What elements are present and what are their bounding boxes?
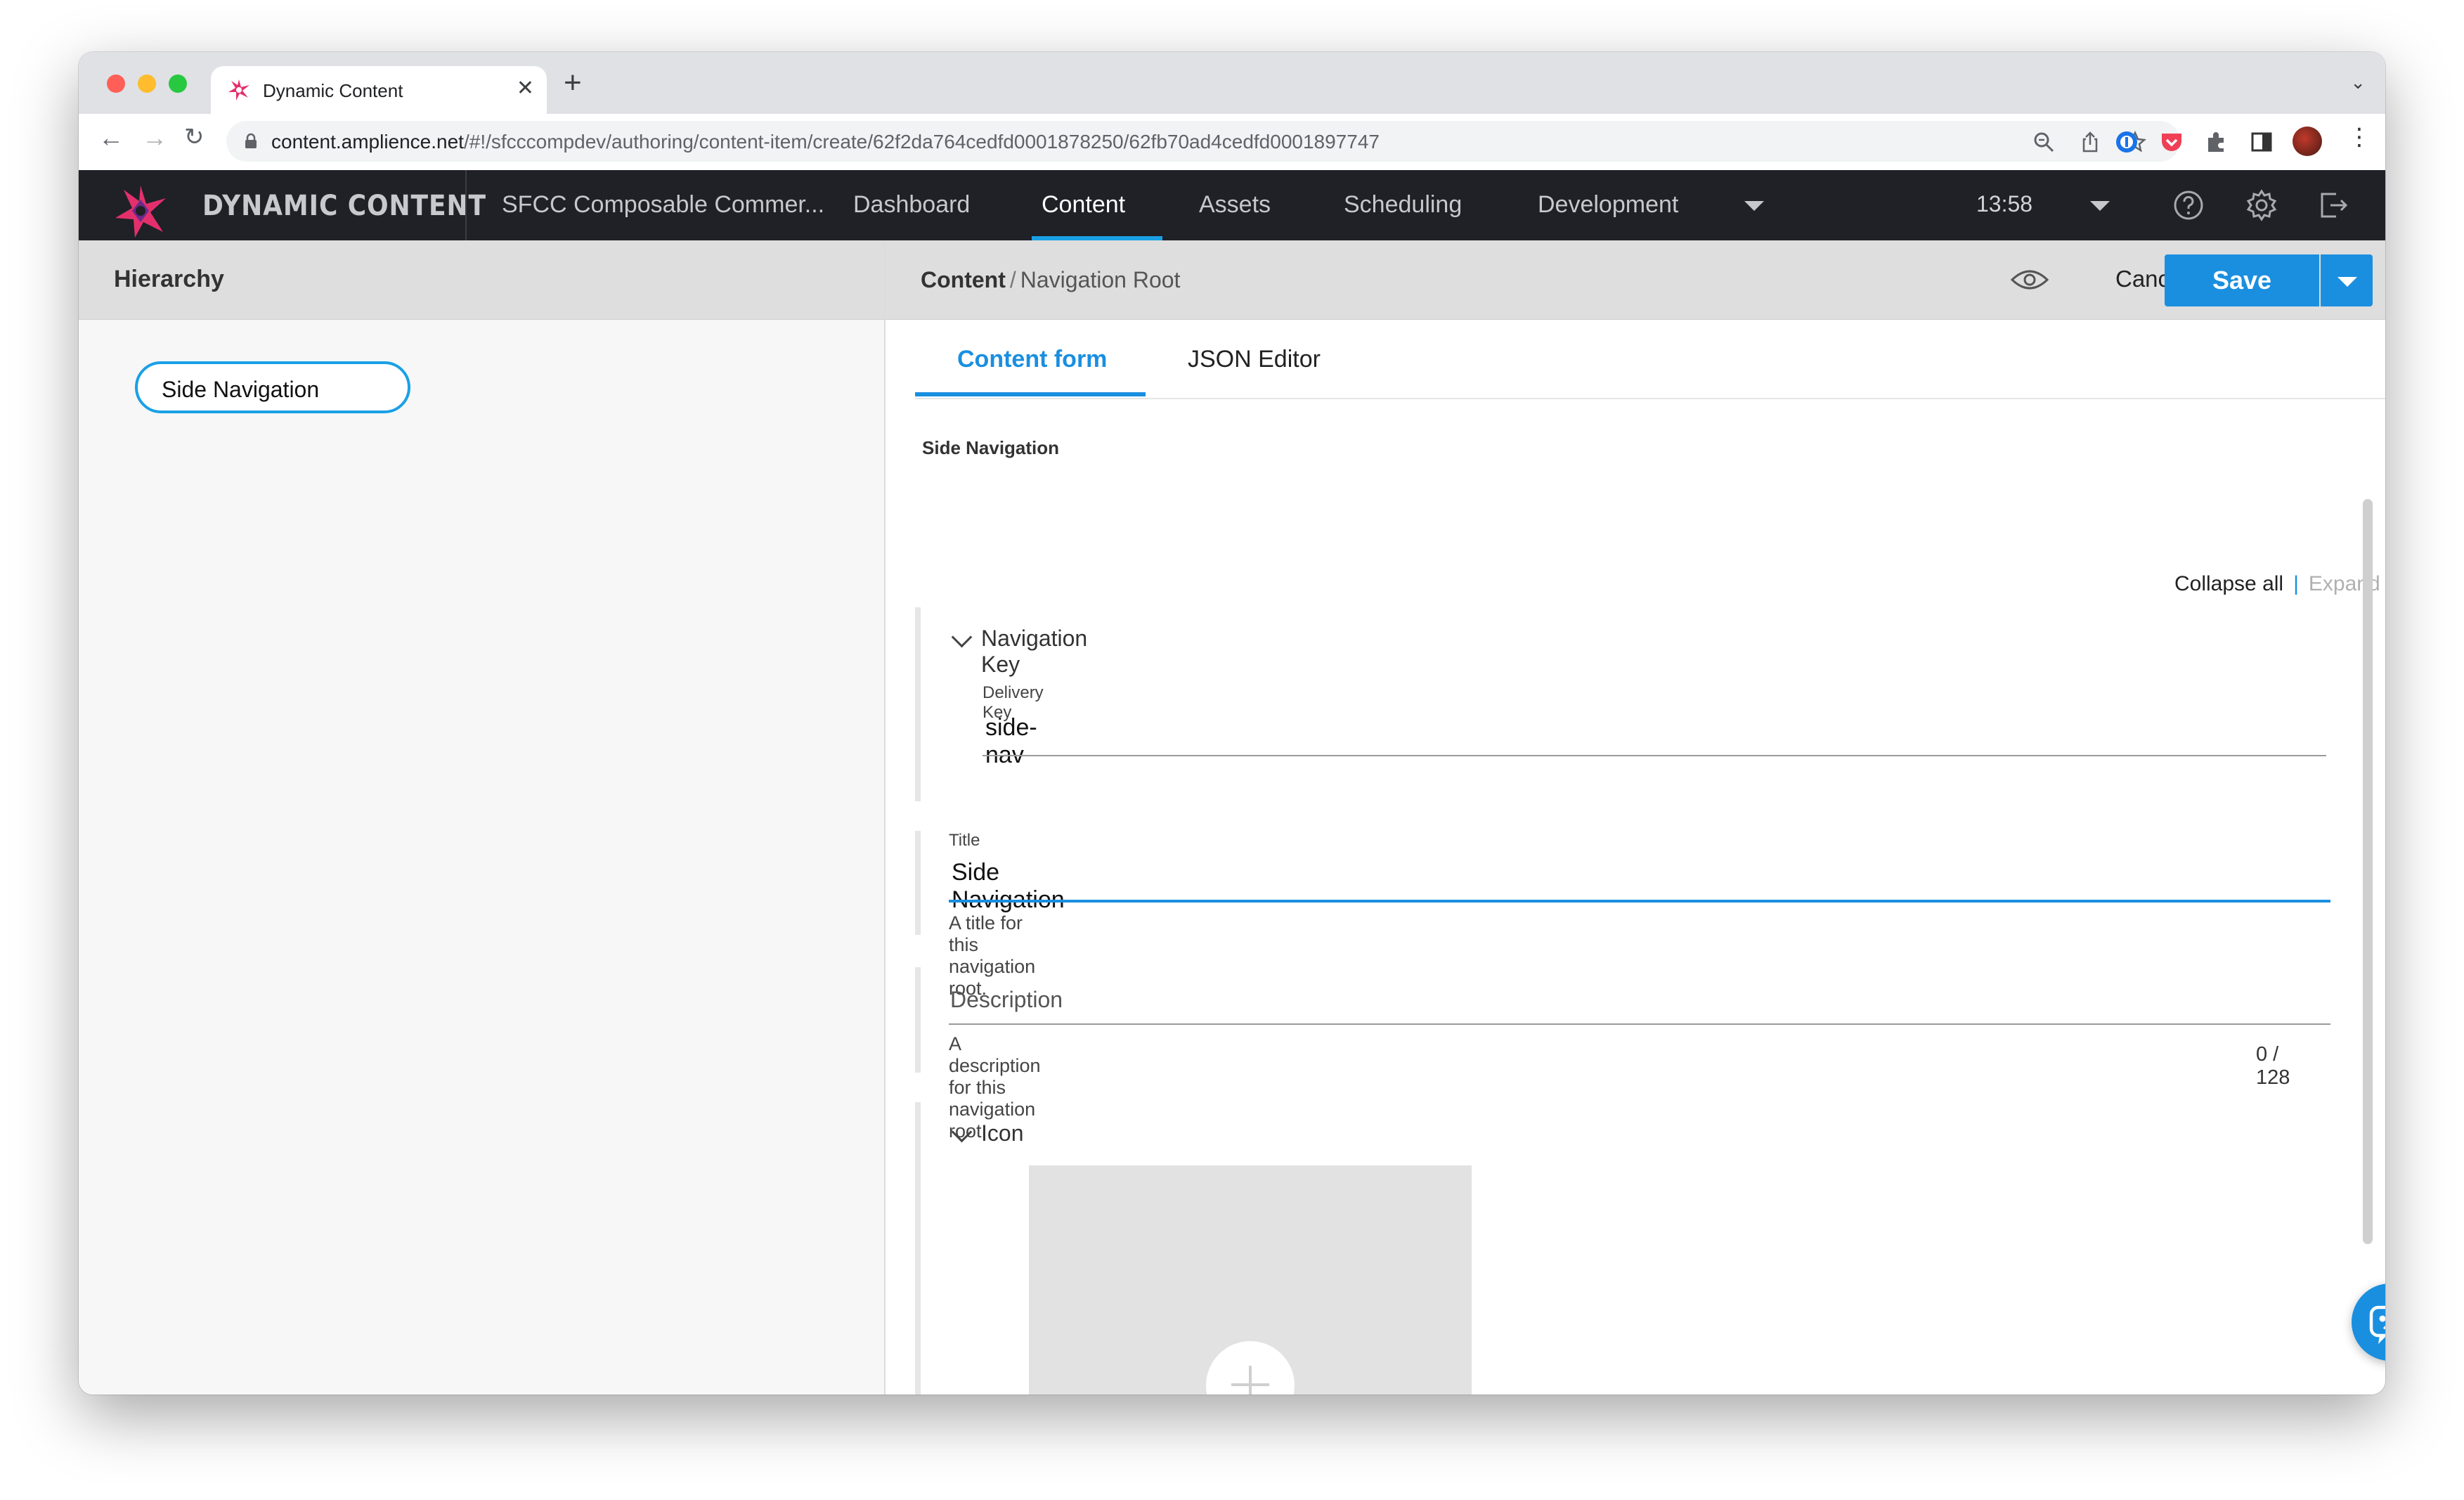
- nav-more-caret-icon[interactable]: [1744, 201, 1764, 211]
- title-group: Title Side Navigation A title for this n…: [915, 831, 2330, 999]
- pocket-icon[interactable]: [2159, 129, 2184, 155]
- tab-active-indicator: [915, 392, 1146, 396]
- tab-content-form[interactable]: Content form: [957, 346, 1107, 373]
- browser-toolbar: ← → ↻ content.amplience.net/#!/sfcccompd…: [79, 114, 2385, 171]
- brand-name: DYNAMIC CONTENT: [202, 190, 486, 222]
- description-group: Description A description for this navig…: [915, 967, 2330, 1142]
- browser-window: Dynamic Content ✕ + ⌄ ← → ↻ content.ampl…: [79, 52, 2385, 1395]
- title-focus-underline: [949, 900, 2330, 903]
- delivery-key-underline: [983, 755, 2326, 756]
- extension-1password-icon[interactable]: [2114, 129, 2139, 155]
- minimize-window-button[interactable]: [138, 75, 156, 93]
- navigation-key-group: Navigation Key Delivery Key side-nav: [915, 607, 2326, 801]
- save-button[interactable]: Save: [2165, 254, 2319, 306]
- chatbot-icon: [2369, 1305, 2385, 1344]
- url-text: content.amplience.net/#!/sfcccompdev/aut…: [271, 131, 1380, 153]
- collapse-expand-separator: |: [2293, 572, 2299, 595]
- close-window-button[interactable]: [107, 75, 125, 93]
- lock-icon: [245, 133, 257, 148]
- tab-search-chevron-icon[interactable]: ⌄: [2350, 72, 2366, 93]
- breadcrumb-root[interactable]: Content: [921, 267, 1006, 292]
- description-input[interactable]: Description: [950, 987, 1063, 1013]
- title-input[interactable]: Side Navigation: [952, 859, 1065, 914]
- extensions-puzzle-icon[interactable]: [2204, 129, 2229, 155]
- time-display: 13:58: [1976, 191, 2033, 216]
- browser-menu-icon[interactable]: ⋮: [2347, 125, 2371, 149]
- collapse-expand-controls: Collapse all | Expand all: [2174, 572, 2385, 596]
- window-controls: [107, 75, 187, 93]
- breadcrumb-separator: /: [1009, 267, 1016, 292]
- time-caret-icon[interactable]: [2090, 201, 2110, 211]
- new-tab-icon[interactable]: +: [564, 67, 582, 98]
- save-caret-icon: [2337, 277, 2357, 287]
- icon-image-picker[interactable]: [1029, 1165, 1472, 1395]
- url-host: content.amplience.net: [271, 131, 464, 153]
- form-scrollbar[interactable]: [2363, 499, 2373, 1244]
- title-label: Title: [949, 831, 980, 850]
- description-char-counter: 0 / 128: [2256, 1043, 2290, 1089]
- delivery-key-input[interactable]: side-nav: [985, 714, 1037, 769]
- back-arrow-icon[interactable]: ←: [98, 125, 124, 150]
- navigation-key-label[interactable]: Navigation Key: [981, 626, 1087, 678]
- add-image-button[interactable]: [1206, 1341, 1295, 1395]
- nav-assets[interactable]: Assets: [1199, 191, 1271, 219]
- close-tab-icon[interactable]: ✕: [517, 76, 534, 101]
- preview-eye-icon[interactable]: [2010, 266, 2049, 294]
- address-bar[interactable]: content.amplience.net/#!/sfcccompdev/aut…: [226, 121, 2180, 162]
- breadcrumb-leaf: Navigation Root: [1020, 267, 1181, 292]
- url-path: /#!/sfcccompdev/authoring/content-item/c…: [463, 131, 1380, 153]
- settings-gear-icon[interactable]: [2245, 188, 2278, 222]
- hierarchy-title: Hierarchy: [114, 266, 224, 292]
- hierarchy-node-label: Side Navigation: [162, 377, 320, 402]
- icon-group-label[interactable]: Icon: [981, 1120, 1023, 1146]
- tab-strip: Dynamic Content ✕ + ⌄: [79, 52, 2385, 114]
- header-divider: [465, 170, 467, 240]
- collapse-all-link[interactable]: Collapse all: [2174, 572, 2283, 595]
- forward-arrow-icon[interactable]: →: [142, 125, 167, 150]
- side-panel-icon[interactable]: [2249, 129, 2274, 155]
- nav-scheduling[interactable]: Scheduling: [1344, 191, 1462, 219]
- maximize-window-button[interactable]: [169, 75, 187, 93]
- icon-group: Icon: [915, 1102, 1023, 1395]
- hierarchy-panel: Hierarchy Side Navigation: [79, 240, 886, 1395]
- help-icon[interactable]: [2172, 188, 2205, 222]
- nav-hub-selector[interactable]: SFCC Composable Commer...: [502, 191, 824, 219]
- logout-icon[interactable]: [2316, 188, 2350, 222]
- browser-tab[interactable]: Dynamic Content ✕: [211, 66, 547, 114]
- description-underline: [949, 1023, 2330, 1025]
- reload-icon[interactable]: ↻: [184, 125, 205, 149]
- profile-avatar[interactable]: [2293, 127, 2322, 156]
- tab-title: Dynamic Content: [263, 80, 403, 101]
- form-section-title: Side Navigation: [922, 437, 1060, 458]
- hierarchy-node-side-navigation[interactable]: Side Navigation: [135, 361, 410, 413]
- nav-dashboard[interactable]: Dashboard: [853, 191, 970, 219]
- dynamic-content-favicon-icon: [228, 79, 249, 101]
- nav-development[interactable]: Development: [1538, 191, 1678, 219]
- hierarchy-header: Hierarchy: [79, 240, 884, 320]
- share-icon[interactable]: [2079, 131, 2101, 153]
- app-header: DYNAMIC CONTENT SFCC Composable Commer..…: [79, 170, 2385, 240]
- assistant-chat-button[interactable]: [2352, 1284, 2385, 1361]
- editor-header: Content / Navigation Root Cancel Save: [886, 240, 2385, 320]
- editor-tabs: Content form JSON Editor: [915, 319, 2385, 399]
- expand-all-link[interactable]: Expand all: [2309, 572, 2385, 595]
- tab-json-editor[interactable]: JSON Editor: [1188, 346, 1321, 373]
- save-options-button[interactable]: [2321, 254, 2373, 306]
- nav-content[interactable]: Content: [1042, 191, 1125, 219]
- plus-icon-vertical: [1249, 1366, 1252, 1395]
- zoom-icon[interactable]: [2032, 131, 2055, 153]
- breadcrumb: Content / Navigation Root: [921, 267, 1180, 293]
- dynamic-content-logo-icon: [115, 186, 166, 238]
- chevron-down-icon[interactable]: [951, 626, 973, 648]
